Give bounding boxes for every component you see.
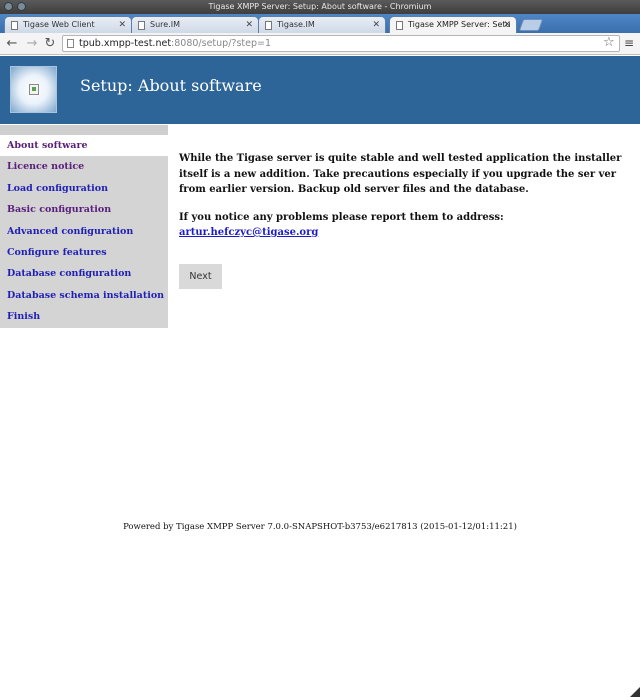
broken-image-icon: [29, 84, 39, 95]
forward-arrow-icon[interactable]: →: [24, 35, 40, 52]
report-text: If you notice any problems please report…: [179, 212, 504, 223]
bookmark-star-icon[interactable]: ☆: [603, 35, 615, 51]
sidebar-item-database-schema-installation[interactable]: Database schema installation: [0, 285, 168, 306]
tab-label: Tigase XMPP Server: Setu: [408, 20, 511, 29]
close-icon[interactable]: ✕: [372, 17, 380, 33]
setup-steps-sidebar: About software Licence notice Load confi…: [0, 125, 168, 328]
back-arrow-icon[interactable]: ←: [4, 35, 20, 52]
tab-label: Tigase Web Client: [23, 20, 95, 29]
page-info-icon[interactable]: [67, 39, 74, 48]
sidebar-item-finish[interactable]: Finish: [0, 306, 168, 327]
window-resize-grip[interactable]: [630, 687, 640, 697]
tab-label: Sure.IM: [150, 20, 180, 29]
address-bar[interactable]: tpub.xmpp-test.net:8080/setup/?step=1: [62, 35, 620, 52]
tab-strip: Tigase Web Client ✕ Sure.IM ✕ Tigase.IM …: [0, 14, 640, 33]
sidebar-item-database-configuration[interactable]: Database configuration: [0, 263, 168, 284]
tab-setup-active[interactable]: Tigase XMPP Server: Setu ✕: [389, 16, 517, 33]
sidebar-spacer: [0, 125, 168, 135]
url-host: tpub.xmpp-test.net: [79, 38, 172, 49]
report-email-link[interactable]: artur.hefczyc@tigase.org: [179, 227, 318, 238]
next-button[interactable]: Next: [179, 264, 222, 289]
window-title: Tigase XMPP Server: Setup: About softwar…: [208, 2, 432, 11]
sidebar-item-load-configuration[interactable]: Load configuration: [0, 178, 168, 199]
sidebar-item-configure-features[interactable]: Configure features: [0, 242, 168, 263]
page-icon: [138, 21, 145, 30]
menu-icon[interactable]: ≡: [624, 35, 634, 52]
sidebar-item-advanced-configuration[interactable]: Advanced configuration: [0, 221, 168, 242]
page-title: Setup: About software: [80, 76, 262, 95]
logo: [10, 66, 57, 113]
close-icon[interactable]: ✕: [245, 17, 253, 33]
page-icon: [11, 21, 18, 30]
sidebar-item-basic-configuration[interactable]: Basic configuration: [0, 199, 168, 220]
browser-toolbar: ← → ↻ tpub.xmpp-test.net:8080/setup/?ste…: [0, 33, 640, 55]
url-path: :8080/setup/?step=1: [171, 38, 271, 49]
window-title-bar: Tigase XMPP Server: Setup: About softwar…: [0, 0, 640, 14]
sidebar-item-licence-notice[interactable]: Licence notice: [0, 156, 168, 177]
tab-tigase-web-client[interactable]: Tigase Web Client ✕: [4, 16, 132, 33]
window-controls: [4, 2, 26, 11]
tab-sure-im[interactable]: Sure.IM ✕: [131, 16, 259, 33]
window-pin-icon[interactable]: [17, 2, 26, 11]
page-icon: [396, 21, 403, 30]
sidebar-item-about-software[interactable]: About software: [0, 135, 168, 157]
close-icon[interactable]: ✕: [503, 17, 511, 33]
tab-label: Tigase.IM: [277, 20, 315, 29]
intro-paragraph: While the Tigase server is quite stable …: [179, 153, 622, 195]
close-icon[interactable]: ✕: [118, 17, 126, 33]
reload-icon[interactable]: ↻: [42, 35, 58, 52]
tab-tigase-im[interactable]: Tigase.IM ✕: [258, 16, 386, 33]
footer-text: Powered by Tigase XMPP Server 7.0.0-SNAP…: [123, 522, 517, 532]
page-icon: [265, 21, 272, 30]
window-menu-icon[interactable]: [4, 2, 13, 11]
report-paragraph: If you notice any problems please report…: [179, 210, 634, 240]
new-tab-button[interactable]: [518, 19, 544, 31]
